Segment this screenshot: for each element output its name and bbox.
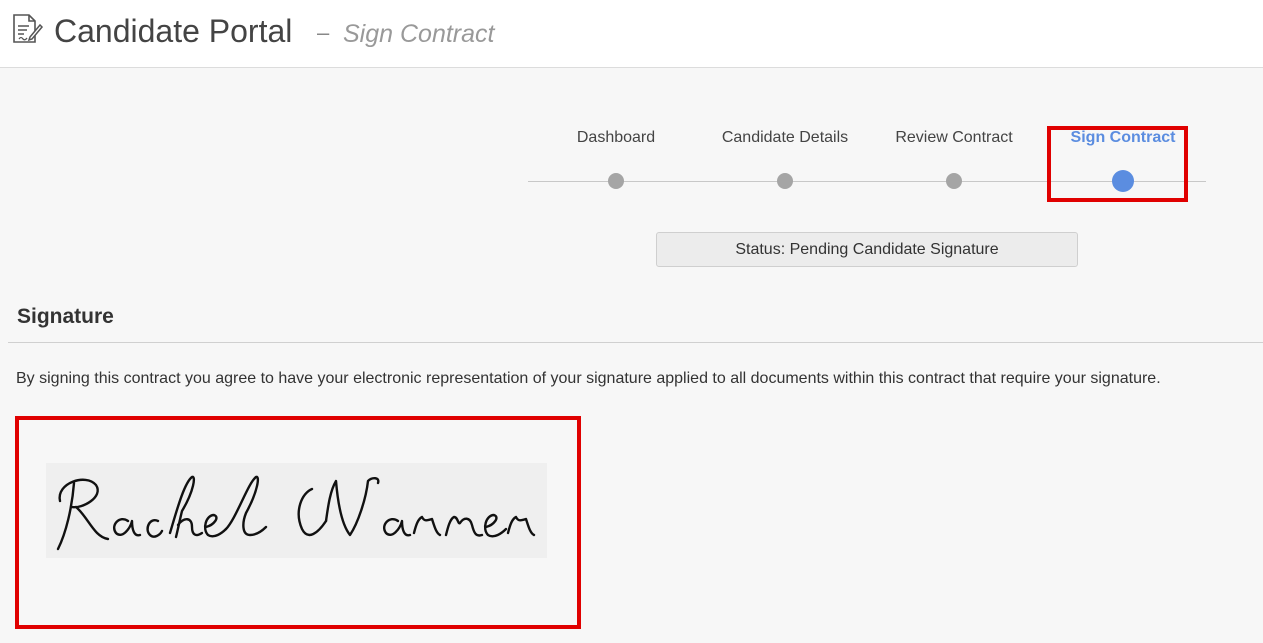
document-edit-icon	[13, 14, 44, 43]
signature-consent-text: By signing this contract you agree to ha…	[16, 370, 1161, 387]
step-highlight-box	[1047, 126, 1188, 202]
signature-section-title: Signature	[17, 305, 114, 328]
step-dot	[777, 173, 793, 189]
app-title: Candidate Portal	[54, 13, 293, 49]
status-badge: Status: Pending Candidate Signature	[656, 232, 1078, 267]
step-dot	[946, 173, 962, 189]
step-dot	[608, 173, 624, 189]
title-separator: –	[317, 20, 330, 45]
step-label: Review Contract	[895, 129, 1013, 146]
step-dashboard[interactable]: Dashboard	[531, 128, 701, 189]
app-header: Candidate Portal – Sign Contract	[0, 0, 1263, 68]
step-label: Dashboard	[576, 129, 656, 146]
step-review-contract[interactable]: Review Contract	[869, 128, 1039, 189]
signature-image	[46, 463, 547, 558]
page-subtitle: Sign Contract	[343, 20, 495, 48]
handwritten-signature	[56, 475, 536, 551]
step-candidate-details[interactable]: Candidate Details	[700, 128, 870, 189]
step-label: Candidate Details	[721, 129, 849, 146]
section-divider	[8, 342, 1263, 343]
